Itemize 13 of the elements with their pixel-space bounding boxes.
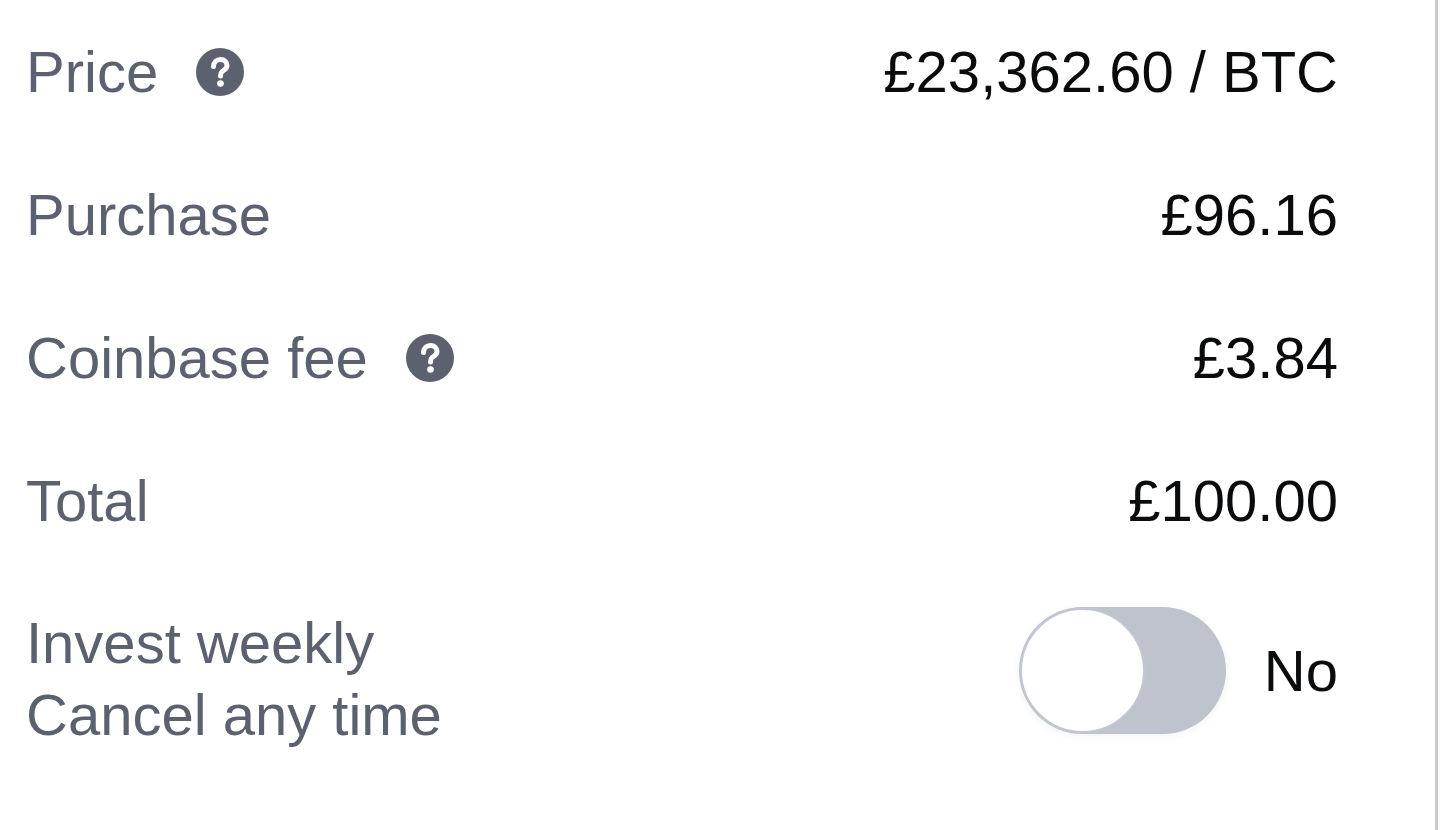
toggle-label: No [1263, 636, 1338, 705]
row-label: Coinbase fee [26, 323, 368, 392]
row-label: Total [26, 466, 149, 535]
row-value: £100.00 [1128, 466, 1338, 535]
help-icon[interactable] [405, 333, 454, 382]
row-value: £3.84 [1192, 323, 1338, 392]
invest-label: Invest weekly [26, 609, 376, 677]
row-label: Purchase [26, 180, 272, 249]
invest-sublabel: Cancel any time [26, 681, 442, 749]
help-icon[interactable] [196, 47, 245, 96]
row-value: £96.16 [1160, 180, 1338, 249]
row-value: £23,362.60 / BTC [883, 37, 1338, 106]
row-label: Price [26, 37, 159, 106]
